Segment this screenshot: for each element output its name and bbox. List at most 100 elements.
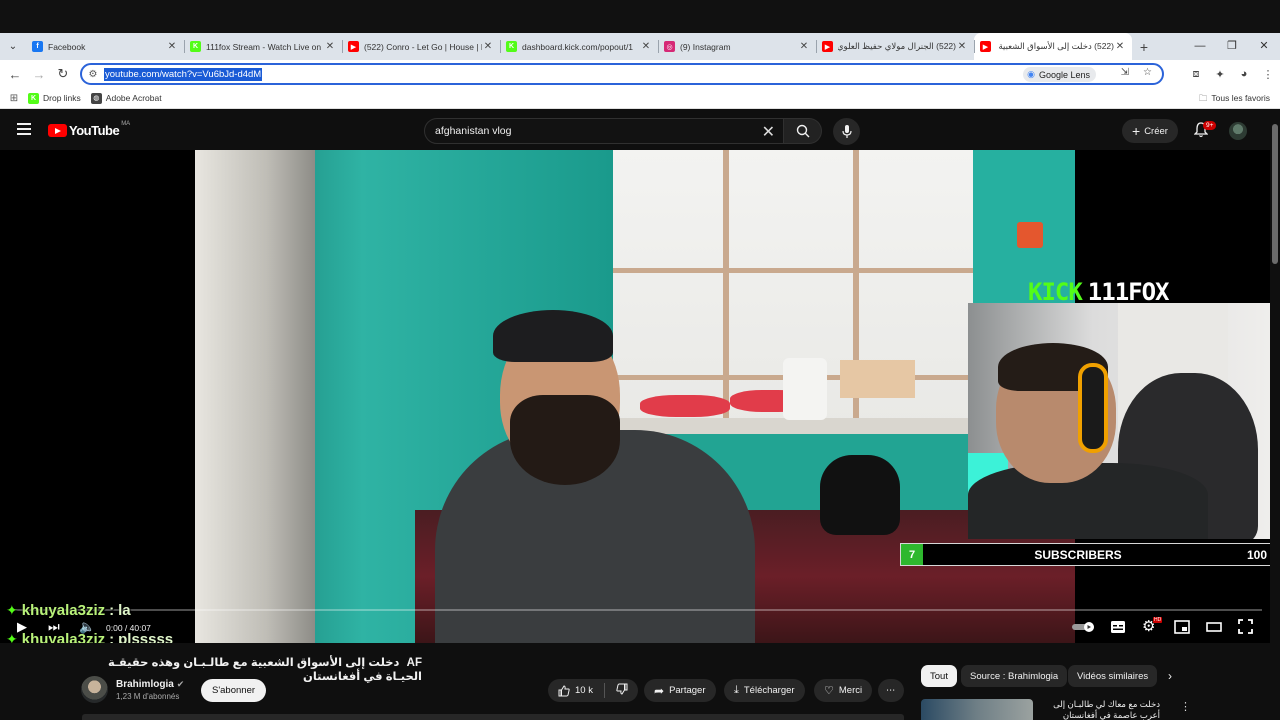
voice-search-button[interactable] bbox=[833, 118, 860, 145]
chip-source[interactable]: Source : Brahimlogia bbox=[961, 665, 1068, 687]
tab-bar: ⌄ f Facebook ✕ K 111fox Stream - Watch Live … bbox=[0, 33, 1280, 60]
tab-close-icon[interactable]: ✕ bbox=[640, 41, 652, 52]
more-actions-button[interactable]: ⋯ bbox=[878, 679, 904, 702]
chat-text: plsssss bbox=[118, 631, 174, 643]
channel-name[interactable]: Brahimlogia bbox=[116, 679, 174, 690]
tab-favicon-icon: ◎ bbox=[664, 41, 675, 52]
media-icon[interactable]: ⧈ bbox=[1184, 68, 1208, 81]
recommended-more-icon[interactable]: ⋮ bbox=[1180, 700, 1191, 713]
forward-icon[interactable]: → bbox=[27, 67, 51, 82]
create-button[interactable]: + Créer bbox=[1122, 119, 1178, 143]
apps-grid-icon[interactable]: ⊞ bbox=[0, 93, 28, 104]
folder-icon: 🗀 bbox=[1198, 93, 1208, 103]
recommended-title[interactable]: دخلت مع معاك لي طالبـان إلى أعرب عاصمة ف… bbox=[1040, 699, 1160, 720]
chip-all[interactable]: Tout bbox=[921, 665, 957, 687]
youtube-logo[interactable]: YouTube MA bbox=[48, 121, 130, 138]
close-window-icon[interactable]: ✕ bbox=[1248, 33, 1280, 60]
search-button[interactable] bbox=[784, 118, 822, 144]
minimize-icon[interactable]: — bbox=[1184, 33, 1216, 60]
recommended-thumbnail[interactable] bbox=[921, 699, 1033, 720]
reload-icon[interactable]: ↻ bbox=[51, 66, 75, 82]
thumbs-down-icon bbox=[616, 683, 628, 695]
fullscreen-icon[interactable] bbox=[1238, 619, 1253, 637]
google-lens-button[interactable]: ◉ Google Lens bbox=[1023, 67, 1096, 82]
download-label: Télécharger bbox=[743, 685, 795, 696]
subscriber-count: 7 bbox=[901, 544, 923, 565]
browser-tab[interactable]: K 111fox Stream - Watch Live on ✕ bbox=[184, 33, 342, 60]
tab-close-icon[interactable]: ✕ bbox=[1114, 41, 1126, 52]
browser-tab[interactable]: ◎ (9) Instagram ✕ bbox=[658, 33, 816, 60]
youtube-play-icon bbox=[48, 124, 67, 137]
all-bookmarks[interactable]: 🗀 Tous les favoris bbox=[1199, 88, 1270, 109]
like-dislike-group: 10 k bbox=[548, 679, 638, 702]
account-avatar[interactable] bbox=[1229, 122, 1247, 140]
lens-icon: ◉ bbox=[1027, 69, 1035, 79]
create-label: Créer bbox=[1144, 125, 1168, 137]
tab-close-icon[interactable]: ✕ bbox=[324, 41, 336, 52]
subtitles-icon[interactable] bbox=[1110, 620, 1126, 637]
tab-favicon-icon: K bbox=[190, 41, 201, 52]
tab-favicon-icon: ▶ bbox=[348, 41, 359, 52]
bookmark-item[interactable]: K Drop links bbox=[28, 92, 81, 104]
page-scrollbar[interactable] bbox=[1270, 110, 1280, 720]
bookmark-star-icon[interactable]: ☆ bbox=[1143, 67, 1152, 78]
channel-info[interactable]: Brahimlogia ✔ 1,23 M d'abonnés bbox=[81, 676, 184, 703]
extensions-icon[interactable]: ✦ bbox=[1208, 68, 1232, 81]
theater-mode-icon[interactable] bbox=[1206, 620, 1222, 637]
search-icon bbox=[796, 124, 809, 138]
tab-title: (522) الجنرال مولاي حفيظ العلوي bbox=[838, 41, 956, 51]
url-text[interactable]: youtube.com/watch?v=Vu6bJd-d4dM bbox=[104, 67, 263, 81]
tab-title: Facebook bbox=[48, 41, 86, 52]
tab-title: 111fox Stream - Watch Live on bbox=[206, 41, 322, 52]
download-button[interactable]: ⤓ Télécharger bbox=[724, 679, 805, 702]
browser-tab[interactable]: ▶ (522) Conro - Let Go | House | N ✕ bbox=[342, 33, 500, 60]
address-bar[interactable]: ⚙ youtube.com/watch?v=Vu6bJd-d4dM ◉ Googl… bbox=[80, 63, 1164, 85]
menu-dots-icon[interactable]: ⋮ bbox=[1256, 68, 1280, 81]
browser-tab[interactable]: f Facebook ✕ bbox=[26, 33, 184, 60]
tab-close-icon[interactable]: ✕ bbox=[798, 41, 810, 52]
thanks-button[interactable]: ♡ Merci bbox=[814, 679, 873, 702]
subscriber-goal-target: 100 bbox=[1246, 547, 1267, 562]
install-app-icon[interactable]: ⇲ bbox=[1121, 67, 1129, 78]
kick-badge-icon: ✦ bbox=[6, 602, 18, 618]
progress-bar[interactable] bbox=[12, 609, 1262, 611]
bookmark-item[interactable]: ◍ Adobe Acrobat bbox=[90, 92, 162, 104]
bookmark-label: Drop links bbox=[43, 93, 81, 103]
guide-menu-icon[interactable] bbox=[17, 123, 31, 138]
back-icon[interactable]: ← bbox=[3, 67, 27, 82]
new-tab-button[interactable]: + bbox=[1132, 39, 1156, 55]
tab-close-icon[interactable]: ✕ bbox=[166, 41, 178, 52]
description-box[interactable] bbox=[82, 714, 904, 720]
channel-avatar[interactable] bbox=[81, 676, 108, 703]
thanks-icon: ♡ bbox=[824, 685, 834, 697]
chat-text: la bbox=[118, 602, 131, 619]
restore-icon[interactable]: ❐ bbox=[1216, 33, 1248, 60]
tab-close-icon[interactable]: ✕ bbox=[956, 41, 968, 52]
browser-tab[interactable]: Kdashboard.kick.com/popout/1 ✕ bbox=[500, 33, 658, 60]
miniplayer-icon[interactable] bbox=[1174, 620, 1190, 637]
browser-tab[interactable]: ▶ (522) دخلت إلى الأسواق الشعبية ✕ bbox=[974, 33, 1132, 60]
dislike-button[interactable] bbox=[616, 683, 628, 698]
browser-tab[interactable]: ▶ (522) الجنرال مولاي حفيظ العلوي ✕ bbox=[816, 33, 974, 60]
subscribe-button[interactable]: S'abonner bbox=[201, 679, 267, 702]
profile-icon[interactable]: ◕ bbox=[1232, 68, 1256, 80]
search-input[interactable]: afghanistan vlog ✕ bbox=[424, 118, 784, 144]
tab-title: (9) Instagram bbox=[680, 41, 731, 52]
site-info-icon[interactable]: ⚙ bbox=[82, 69, 104, 80]
chevron-right-icon[interactable]: › bbox=[1168, 669, 1172, 683]
tab-title: (522) دخلت إلى الأسواق الشعبية bbox=[998, 41, 1114, 51]
youtube-page: YouTube MA afghanistan vlog ✕ + Créer 9+ bbox=[0, 110, 1280, 720]
thanks-label: Merci bbox=[838, 685, 863, 696]
autoplay-toggle[interactable] bbox=[1072, 621, 1096, 636]
subscriber-goal-bar: 7 SUBSCRIBERS 100 bbox=[900, 543, 1270, 566]
chat-message: ✦ khuyala3ziz : plsssss bbox=[6, 631, 173, 643]
share-label: Partager bbox=[669, 685, 706, 696]
tab-close-icon[interactable]: ✕ bbox=[482, 41, 494, 52]
video-player[interactable]: KICK 111FOX 7 SUBSCRIBERS 100 ▶ ⏭ 🔈 0:00… bbox=[0, 150, 1270, 643]
clear-search-icon[interactable]: ✕ bbox=[762, 122, 775, 142]
google-lens-label: Google Lens bbox=[1038, 69, 1090, 80]
chip-similar[interactable]: Vidéos similaires bbox=[1068, 665, 1158, 687]
tab-search-button[interactable]: ⌄ bbox=[0, 33, 26, 60]
like-button[interactable]: 10 k bbox=[558, 684, 593, 697]
share-button[interactable]: ➦ Partager bbox=[644, 679, 716, 702]
